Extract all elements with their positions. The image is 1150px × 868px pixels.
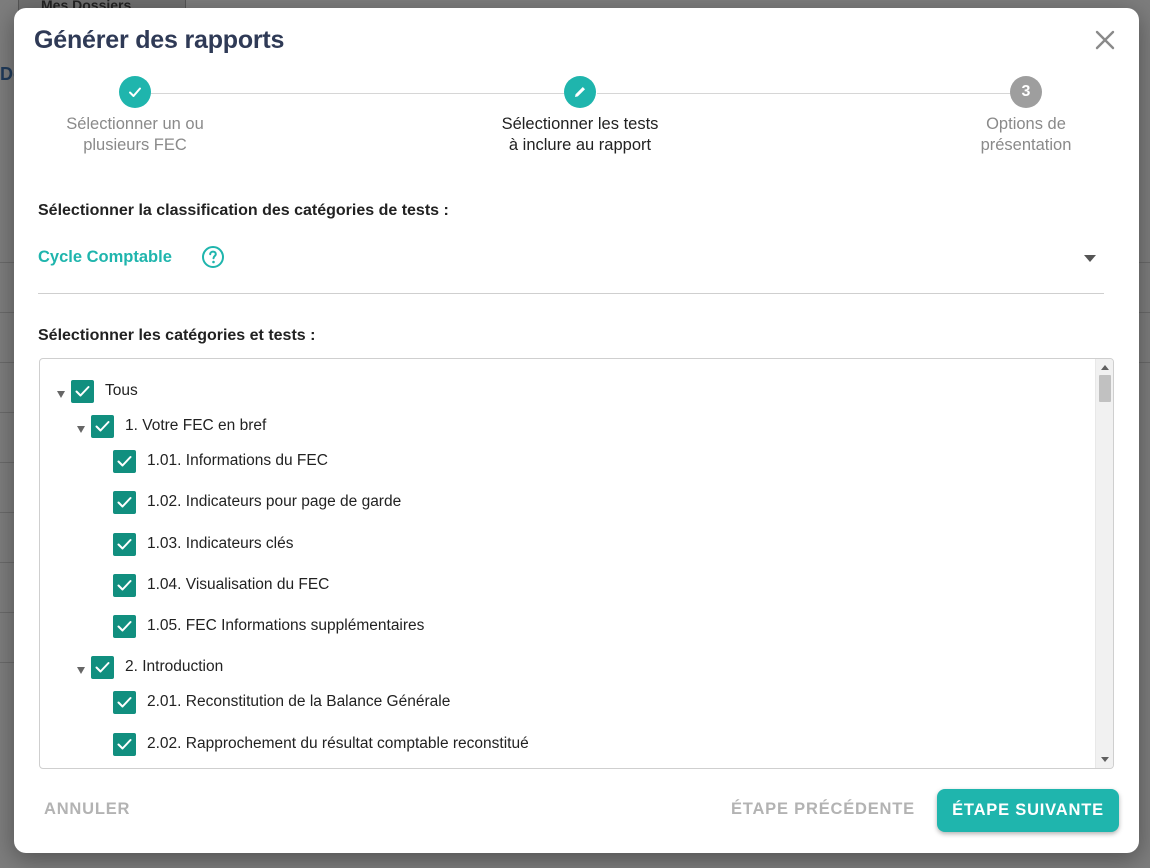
tree-node-group[interactable]: 2. Introduction [77, 654, 223, 680]
bg-divider [0, 512, 14, 513]
tree-node-label: 1. Votre FEC en bref [125, 417, 267, 434]
scroll-down-arrow-icon[interactable] [1101, 757, 1109, 762]
tree-node-group[interactable]: 1. Votre FEC en bref [77, 413, 266, 439]
tree-scrollbar[interactable] [1095, 359, 1113, 768]
tree-node-label: 1.05. FEC Informations supplémentaires [147, 617, 425, 634]
previous-step-button[interactable]: ÉTAPE PRÉCÉDENTE [731, 800, 915, 819]
checkbox[interactable] [71, 379, 94, 403]
collapse-arrow-icon[interactable] [57, 390, 65, 398]
bg-divider [1138, 362, 1150, 363]
check-icon [117, 620, 132, 631]
check-icon [117, 738, 132, 749]
step-1-circle [119, 76, 151, 108]
check-icon [95, 661, 110, 672]
step-2-circle [564, 76, 596, 108]
tree-node-label: 1.04. Visualisation du FEC [147, 576, 330, 593]
scrollbar-thumb[interactable] [1099, 375, 1111, 402]
checkbox[interactable] [113, 532, 136, 556]
checkbox[interactable] [91, 414, 114, 438]
bg-divider [1138, 312, 1150, 313]
check-icon [117, 455, 132, 466]
step-1-label: Sélectionner un ou plusieurs FEC [66, 115, 204, 154]
test-tree: Tous 1. Votre FEC en bref 1.01. Informat… [39, 358, 1114, 769]
bg-divider [1138, 262, 1150, 263]
tree-node-test[interactable]: 2.02. Rapprochement du résultat comptabl… [113, 731, 529, 757]
check-icon [117, 538, 132, 549]
stepper: Sélectionner un ou plusieurs FEC Sélecti… [14, 76, 1139, 166]
check-icon [129, 87, 141, 97]
checkbox[interactable] [113, 614, 136, 638]
scroll-up-arrow-icon[interactable] [1101, 365, 1109, 370]
checkbox[interactable] [113, 573, 136, 597]
step-select-tests: Sélectionner les tests à inclure au rapp… [470, 76, 690, 156]
dialog-title: Générer des rapports [34, 26, 285, 54]
help-icon[interactable] [201, 245, 225, 269]
dropdown-arrow-icon[interactable] [1084, 255, 1096, 262]
tree-node-label: 2.01. Reconstitution de la Balance Génér… [147, 693, 451, 710]
classification-selected-value: Cycle Comptable [38, 248, 172, 266]
collapse-arrow-icon[interactable] [77, 425, 85, 433]
tree-node-test[interactable]: 1.04. Visualisation du FEC [113, 572, 329, 598]
bg-divider [0, 262, 14, 263]
classification-label: Sélectionner la classification des catég… [38, 202, 449, 219]
tree-node-test[interactable]: 1.03. Indicateurs clés [113, 531, 293, 557]
step-select-fec: Sélectionner un ou plusieurs FEC [25, 76, 245, 156]
step-3-circle: 3 [1010, 76, 1042, 108]
check-icon [117, 579, 132, 590]
bg-divider [0, 312, 14, 313]
cancel-button[interactable]: ANNULER [44, 800, 130, 819]
tree-node-test[interactable]: 2.01. Reconstitution de la Balance Génér… [113, 689, 450, 715]
check-icon [117, 496, 132, 507]
check-icon [75, 385, 90, 396]
bg-edge-text: Do [0, 64, 14, 84]
bg-divider [0, 562, 14, 563]
step-2-label: Sélectionner les tests à inclure au rapp… [501, 115, 659, 154]
tree-node-label: 1.01. Informations du FEC [147, 452, 328, 469]
close-button[interactable] [1093, 28, 1117, 52]
checkbox[interactable] [113, 690, 136, 714]
bg-divider [0, 412, 14, 413]
tree-label: Sélectionner les catégories et tests : [38, 327, 316, 344]
tree-node-root[interactable]: Tous [57, 378, 138, 404]
bg-divider [0, 662, 14, 663]
checkbox[interactable] [113, 449, 136, 473]
next-step-button[interactable]: ÉTAPE SUIVANTE [937, 789, 1119, 832]
tree-node-label: 1.03. Indicateurs clés [147, 535, 294, 552]
collapse-arrow-icon[interactable] [77, 666, 85, 674]
pencil-icon [575, 87, 585, 97]
step-3-label: Options de présentation [980, 115, 1072, 154]
classification-select[interactable]: Cycle Comptable [38, 240, 1104, 294]
bg-divider [0, 362, 14, 363]
tree-node-test[interactable]: 1.02. Indicateurs pour page de garde [113, 489, 401, 515]
generate-reports-dialog: Générer des rapports Sélectionner un ou … [14, 8, 1139, 853]
check-icon [95, 420, 110, 431]
tree-node-label: 1.02. Indicateurs pour page de garde [147, 493, 402, 510]
tree-node-label: 2. Introduction [125, 658, 224, 675]
close-icon [1095, 30, 1115, 50]
tree-node-label: Tous [105, 382, 138, 399]
tree-node-label: 2.02. Rapprochement du résultat comptabl… [147, 735, 529, 752]
bg-divider [0, 462, 14, 463]
checkbox[interactable] [113, 732, 136, 756]
bg-divider [0, 612, 14, 613]
checkbox[interactable] [91, 655, 114, 679]
tree-node-test[interactable]: 1.05. FEC Informations supplémentaires [113, 613, 424, 639]
step-presentation-options: 3 Options de présentation [916, 76, 1136, 156]
check-icon [117, 696, 132, 707]
checkbox[interactable] [113, 490, 136, 514]
tree-node-test[interactable]: 1.01. Informations du FEC [113, 448, 328, 474]
